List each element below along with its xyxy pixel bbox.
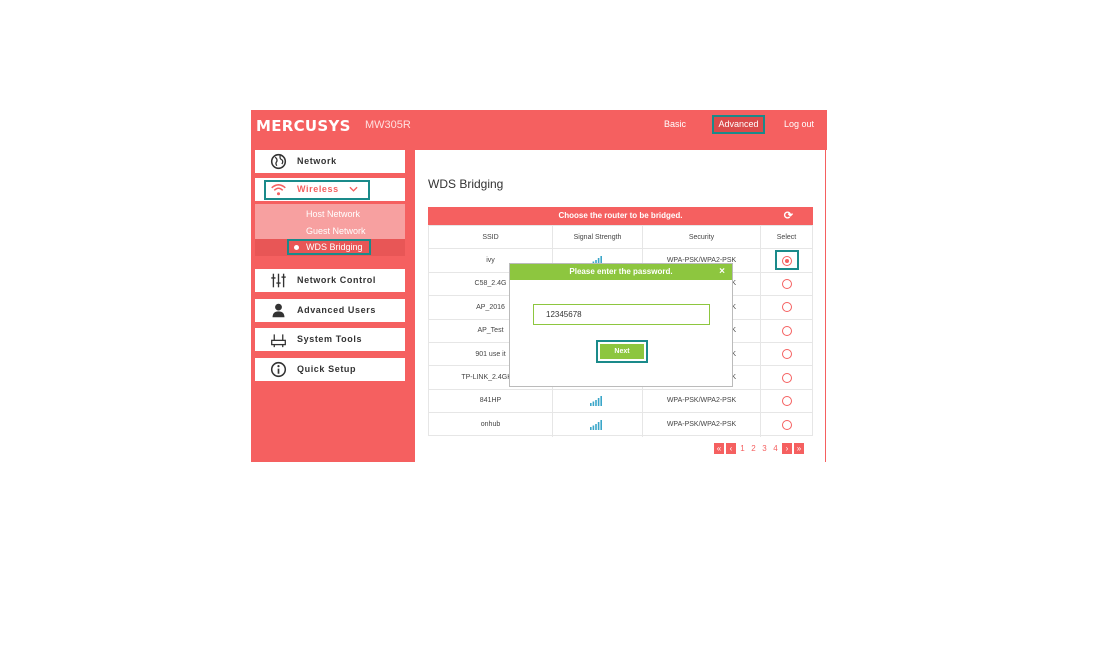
password-input[interactable]: [533, 304, 710, 325]
next-button[interactable]: Next: [600, 344, 644, 359]
sidebar: Network Wireless Host Network Guest Netw…: [251, 150, 415, 462]
select-cell: [761, 296, 812, 318]
last-page-button[interactable]: »: [794, 442, 804, 454]
page-number[interactable]: 4: [771, 444, 780, 453]
page-number[interactable]: 3: [760, 444, 769, 453]
signal-cell: [553, 389, 643, 413]
column-header: SSID: [429, 226, 553, 249]
sidebar-item-system-tools[interactable]: System Tools: [255, 328, 405, 351]
select-cell: [761, 273, 812, 295]
table-banner-text: Choose the router to be bridged.: [558, 211, 683, 220]
password-dialog: Please enter the password. × Next: [509, 263, 733, 387]
select-radio[interactable]: [781, 302, 792, 313]
table-banner: Choose the router to be bridged. ⟳: [428, 207, 813, 225]
highlight-box: [775, 250, 799, 270]
dialog-header: Please enter the password. ×: [510, 264, 732, 280]
select-radio[interactable]: [781, 395, 792, 406]
table-row[interactable]: onhub WPA-PSK/WPA2-PSK: [429, 413, 812, 437]
highlight-box: [287, 239, 371, 255]
table-header-row: SSID Signal Strength Security Select: [429, 226, 812, 250]
signal-strength-icon: [590, 395, 602, 406]
sidebar-item-label: System Tools: [297, 334, 363, 344]
column-header: Security: [643, 226, 761, 249]
column-header: Select: [776, 233, 797, 241]
page-number[interactable]: 1: [738, 444, 747, 453]
nav-logout[interactable]: Log out: [784, 119, 814, 129]
first-page-button[interactable]: «: [714, 442, 724, 454]
sidebar-item-advanced-users[interactable]: Advanced Users: [255, 299, 405, 322]
ssid-cell: onhub: [429, 413, 553, 437]
select-radio[interactable]: [781, 372, 792, 383]
select-cell: [761, 343, 812, 365]
submenu-guest-network[interactable]: Guest Network: [306, 226, 366, 236]
select-radio[interactable]: [781, 325, 792, 336]
brand-logo: MERCUSYS: [256, 117, 351, 135]
ssid-cell: 841HP: [429, 389, 553, 413]
column-header: Signal Strength: [553, 226, 643, 249]
prev-page-button[interactable]: ‹: [726, 442, 736, 454]
select-cell: [761, 366, 812, 388]
globe-icon: [270, 153, 287, 170]
sidebar-item-label: Quick Setup: [297, 364, 357, 374]
sidebar-item-network[interactable]: Network: [255, 150, 405, 173]
highlight-box: Next: [596, 340, 648, 363]
select-radio[interactable]: [781, 349, 792, 360]
user-icon: [272, 303, 285, 318]
screenshot: MERCUSYS MW305R Basic Advanced Log out N…: [0, 0, 1102, 651]
model-name: MW305R: [365, 119, 411, 131]
sidebar-item-network-control[interactable]: Network Control: [255, 269, 405, 292]
select-radio[interactable]: [781, 278, 792, 289]
security-cell: WPA-PSK/WPA2-PSK: [643, 389, 761, 413]
sidebar-item-label: Network: [297, 156, 337, 166]
close-icon[interactable]: ×: [719, 264, 725, 280]
security-cell: WPA-PSK/WPA2-PSK: [643, 413, 761, 437]
table-row[interactable]: 841HP WPA-PSK/WPA2-PSK: [429, 389, 812, 414]
signal-strength-icon: [590, 419, 602, 430]
sidebar-item-quick-setup[interactable]: Quick Setup: [255, 358, 405, 381]
refresh-icon[interactable]: ⟳: [784, 207, 793, 225]
signal-cell: [553, 413, 643, 437]
page-number[interactable]: 2: [749, 444, 758, 453]
sidebar-item-label: Network Control: [297, 275, 377, 285]
select-cell: [761, 320, 812, 342]
sidebar-item-label: Advanced Users: [297, 305, 376, 315]
nav-basic[interactable]: Basic: [664, 119, 686, 129]
nav-advanced[interactable]: Advanced: [712, 115, 765, 134]
page-title: WDS Bridging: [428, 177, 504, 191]
dialog-title: Please enter the password.: [569, 267, 673, 276]
select-cell: [761, 390, 812, 412]
highlight-box: [264, 180, 370, 200]
submenu-host-network[interactable]: Host Network: [306, 209, 360, 219]
pagination: « ‹ 1 2 3 4 › »: [714, 442, 804, 454]
next-page-button[interactable]: ›: [782, 442, 792, 454]
top-header: MERCUSYS MW305R Basic Advanced Log out: [251, 110, 827, 150]
tools-icon: [271, 334, 286, 348]
select-cell: [761, 413, 812, 436]
select-radio[interactable]: [781, 419, 792, 430]
info-icon: [270, 361, 287, 378]
sliders-icon: [271, 273, 286, 288]
